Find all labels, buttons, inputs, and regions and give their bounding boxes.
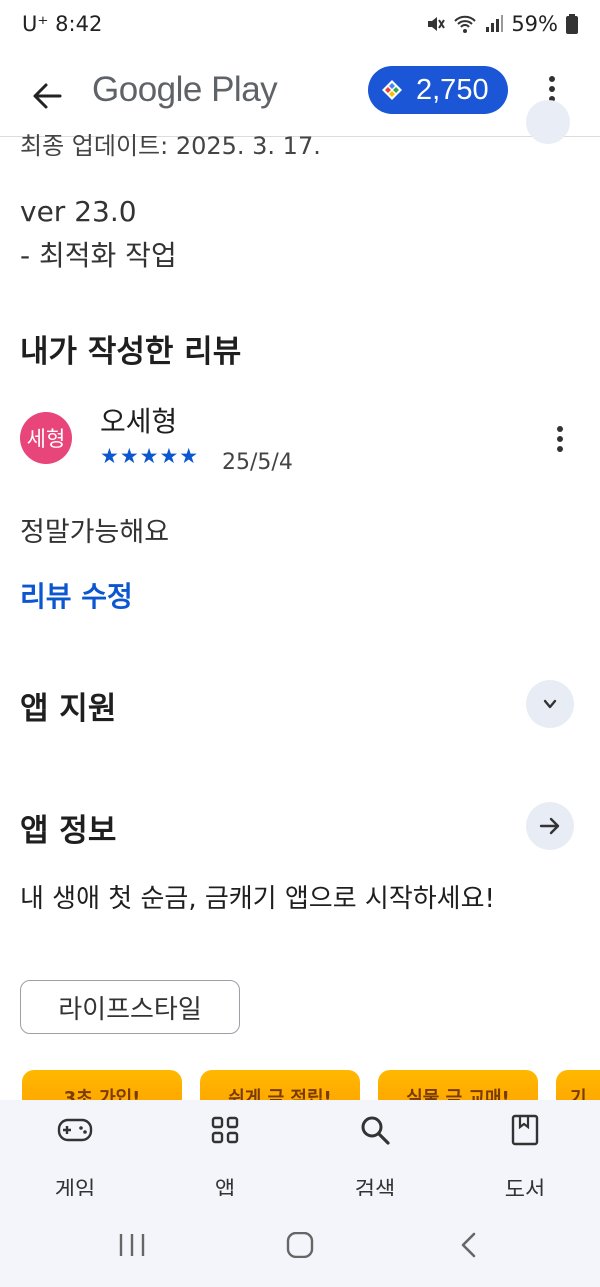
reviewer-name: 오세형 [100, 405, 178, 438]
nav-item-books[interactable]: 도서 [465, 1110, 585, 1204]
review-text: 정말가능해요 [20, 517, 170, 548]
version-text: ver 23.0 [20, 195, 137, 228]
category-chip[interactable]: 라이프스타일 [20, 980, 240, 1034]
back-button[interactable] [24, 72, 72, 120]
apps-grid-icon [211, 1116, 239, 1144]
recents-icon[interactable] [118, 1232, 146, 1258]
signal-icon [486, 15, 504, 32]
app-support-expand-button[interactable] [526, 680, 574, 728]
battery-percent: 59% [511, 12, 558, 36]
back-nav-icon[interactable] [458, 1232, 478, 1258]
play-points-icon [382, 80, 402, 100]
star-rating: ★★★★★ [100, 444, 200, 468]
app-info-arrow-button[interactable] [526, 802, 574, 850]
arrow-right-icon [539, 817, 560, 835]
collapse-button[interactable] [526, 100, 570, 144]
app-description: 내 생애 첫 순금, 금캐기 앱으로 시작하세요! [20, 884, 495, 914]
status-right: 59% [425, 12, 578, 36]
play-points-button[interactable]: 2,750 [368, 66, 508, 114]
chevron-down-icon [543, 699, 557, 709]
points-value: 2,750 [416, 73, 489, 106]
gamepad-icon [57, 1118, 93, 1142]
book-icon [511, 1114, 539, 1146]
carrier-label: U⁺ [22, 12, 49, 36]
changelog-text: - 최적화 작업 [20, 239, 177, 272]
app-support-heading[interactable]: 앱 지원 [20, 683, 116, 728]
more-vert-icon [536, 76, 568, 102]
google-play-title: Google Play [92, 70, 278, 109]
status-left: U⁺ 8:42 [22, 12, 102, 36]
my-review-heading: 내가 작성한 리뷰 [20, 334, 242, 370]
arrow-left-icon [33, 83, 62, 109]
status-bar: U⁺ 8:42 59% [0, 0, 600, 52]
nav-item-search[interactable]: 검색 [315, 1110, 435, 1204]
avatar: 세형 [20, 412, 72, 464]
wifi-icon [454, 15, 477, 33]
clock: 8:42 [55, 12, 103, 36]
mute-icon [428, 17, 446, 31]
system-navigation-bar [0, 1196, 600, 1287]
nav-item-games[interactable]: 게임 [15, 1110, 135, 1204]
edit-review-link[interactable]: 리뷰 수정 [20, 575, 133, 615]
search-icon [361, 1116, 390, 1145]
battery-icon [566, 14, 578, 34]
home-icon[interactable] [286, 1232, 314, 1258]
last-update-text: 최종 업데이트: 2025. 3. 17. [20, 132, 321, 160]
review-more-button[interactable] [548, 422, 572, 462]
app-bar: Google Play 2,750 [0, 52, 600, 137]
app-info-heading[interactable]: 앱 정보 [20, 805, 116, 850]
nav-item-apps[interactable]: 앱 [165, 1110, 285, 1204]
review-date: 25/5/4 [222, 450, 293, 475]
more-vert-icon [548, 426, 572, 452]
whats-new-text: ver 23.0 - 최적화 작업 [20, 190, 177, 278]
